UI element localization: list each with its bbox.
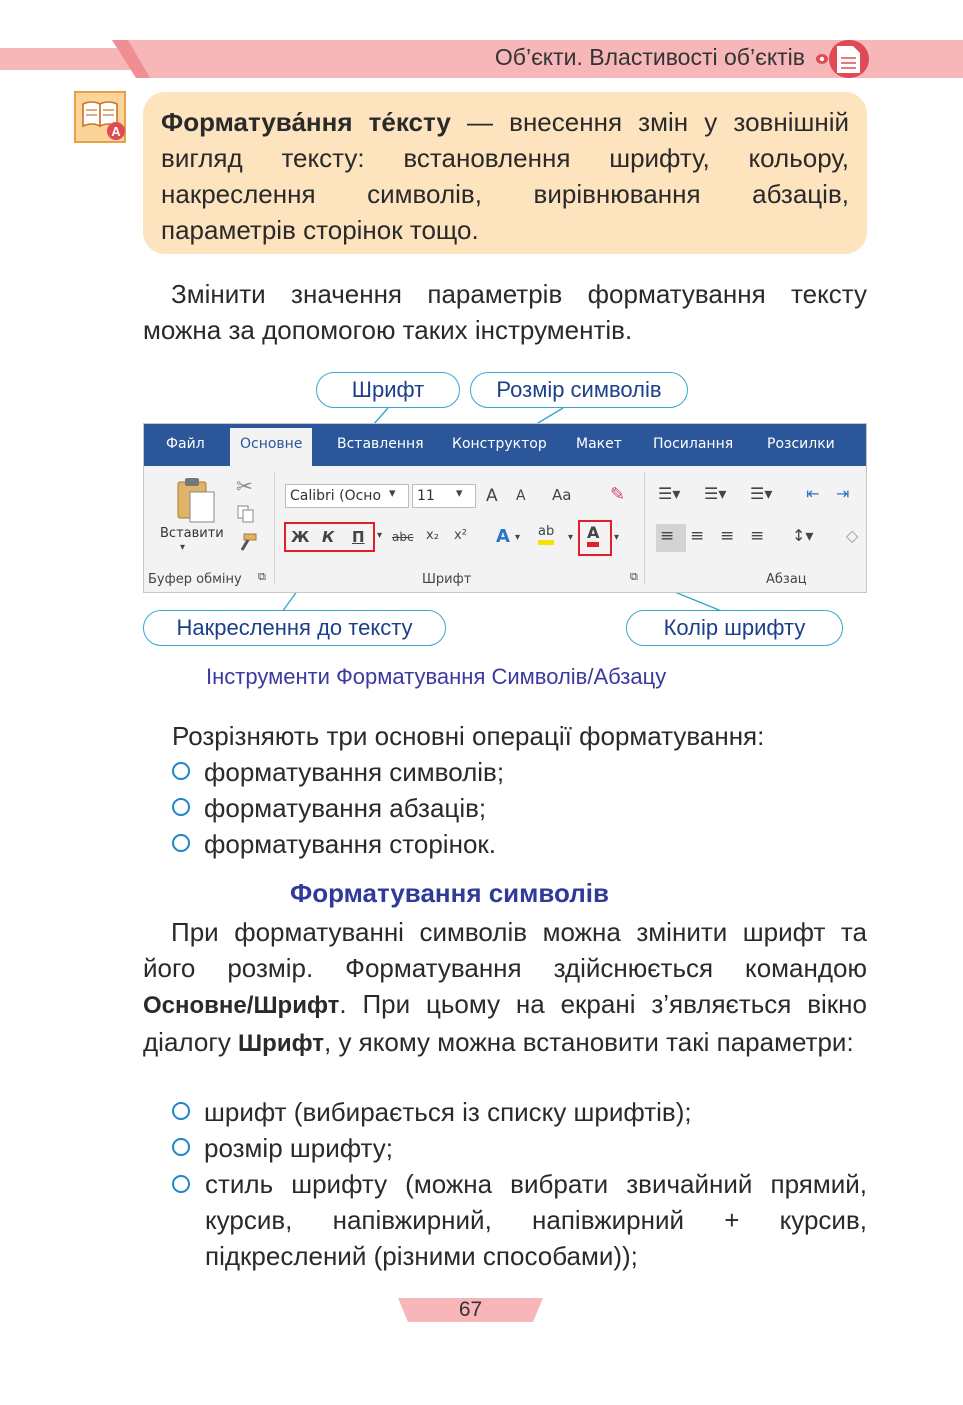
list-item: форматування символів;	[172, 754, 504, 790]
bullets-icon[interactable]: ☰▾	[658, 484, 680, 503]
shrink-font-icon[interactable]: A	[516, 488, 526, 504]
tab-home[interactable]: Основне	[230, 428, 313, 466]
copy-icon[interactable]	[236, 504, 256, 524]
cut-icon[interactable]: ✂	[236, 474, 253, 498]
increase-indent-icon[interactable]: ⇥	[836, 484, 849, 503]
bullet-circle-icon	[172, 1175, 190, 1193]
font-size-dropdown-icon[interactable]: ▾	[456, 486, 463, 501]
font-name-dropdown-icon[interactable]: ▾	[387, 486, 398, 501]
paste-icon[interactable]	[174, 476, 218, 524]
section-paragraph: При форматуванні символів можна змінити …	[143, 917, 867, 1057]
list-item: форматування абзаців;	[172, 790, 486, 826]
text-effects-icon[interactable]: A	[496, 526, 510, 547]
font-size-field[interactable]: 11	[412, 484, 476, 508]
group-separator	[644, 472, 645, 584]
numbering-icon[interactable]: ☰▾	[704, 484, 726, 503]
grow-font-icon[interactable]: A	[486, 486, 498, 506]
group-font-label: Шрифт	[422, 572, 472, 587]
decrease-indent-icon[interactable]: ⇤	[806, 484, 819, 503]
bullet-circle-icon	[172, 834, 190, 853]
callout-color: Колір шрифту	[626, 610, 843, 646]
tab-references[interactable]: Посилання	[653, 436, 733, 452]
bullet-circle-icon	[172, 1138, 190, 1157]
list-item: розмір шрифту;	[172, 1130, 393, 1166]
clear-formatting-icon[interactable]: ✎	[610, 484, 625, 505]
ribbon-tab-bar: Файл Основне Вставлення Конструктор Маке…	[144, 424, 866, 466]
shading-icon[interactable]: ◇	[846, 526, 858, 545]
figure-caption: Інструменти Форматування Символів/Абзацу	[206, 664, 667, 689]
subscript-button[interactable]: x₂	[426, 528, 439, 543]
format-painter-icon[interactable]	[236, 532, 258, 552]
font-color-dropdown-icon[interactable]: ▾	[614, 532, 619, 543]
section-title: Форматування символів	[290, 878, 609, 908]
list-item: шрифт (вибирається із списку шрифтів);	[172, 1094, 692, 1130]
group-paragraph-label: Абзац	[766, 572, 807, 587]
command-home-font: Основне/Шрифт	[143, 992, 340, 1019]
line-spacing-icon[interactable]: ↕▾	[792, 526, 813, 545]
bullet-circle-icon	[172, 1102, 190, 1121]
highlight-dropdown-icon[interactable]: ▾	[568, 532, 573, 543]
text-effects-dropdown-icon[interactable]: ▾	[515, 532, 520, 543]
callout-size: Розмір символів	[470, 372, 688, 408]
clipboard-launcher-icon[interactable]: ⧉	[258, 570, 266, 584]
page-number: 67	[458, 1298, 483, 1321]
superscript-button[interactable]: x²	[454, 528, 467, 543]
list-item: форматування сторінок.	[172, 826, 496, 862]
bullet-circle-icon	[172, 798, 190, 817]
color-highlight-box	[578, 520, 612, 556]
tab-design[interactable]: Конструктор	[452, 436, 547, 452]
command-font: Шрифт	[238, 1030, 325, 1057]
group-clipboard-label: Буфер обміну	[148, 572, 242, 587]
highlight-button[interactable]: ab	[538, 524, 555, 545]
callout-font: Шрифт	[316, 372, 460, 408]
change-case-icon[interactable]: Aa	[552, 486, 571, 504]
paste-label[interactable]: Вставити	[160, 526, 224, 541]
strikethrough-button[interactable]: abc	[392, 530, 414, 544]
multilevel-list-icon[interactable]: ☰▾	[750, 484, 772, 503]
tab-insert[interactable]: Вставлення	[337, 436, 424, 452]
list-item: стиль шрифту (можна вибрати звичайний пр…	[172, 1166, 867, 1274]
align-center-icon[interactable]: ≡	[690, 526, 704, 546]
word-ribbon: Файл Основне Вставлення Конструктор Маке…	[143, 423, 867, 593]
operations-lead: Розрізняють три основні операції формату…	[172, 721, 765, 751]
tab-file[interactable]: Файл	[166, 436, 205, 452]
paste-dropdown-icon[interactable]: ▾	[180, 542, 185, 553]
group-separator	[274, 472, 275, 584]
align-left-icon[interactable]: ≡	[660, 526, 674, 546]
tab-mailings[interactable]: Розсилки	[767, 436, 835, 452]
justify-icon[interactable]: ≡	[750, 526, 764, 546]
tab-layout[interactable]: Макет	[576, 436, 622, 452]
font-launcher-icon[interactable]: ⧉	[630, 570, 638, 584]
align-right-icon[interactable]: ≡	[720, 526, 734, 546]
bullet-circle-icon	[172, 762, 190, 781]
underline-dropdown-icon[interactable]: ▾	[377, 530, 382, 541]
style-highlight-box	[284, 522, 375, 552]
callout-style: Накреслення до тексту	[143, 610, 446, 646]
